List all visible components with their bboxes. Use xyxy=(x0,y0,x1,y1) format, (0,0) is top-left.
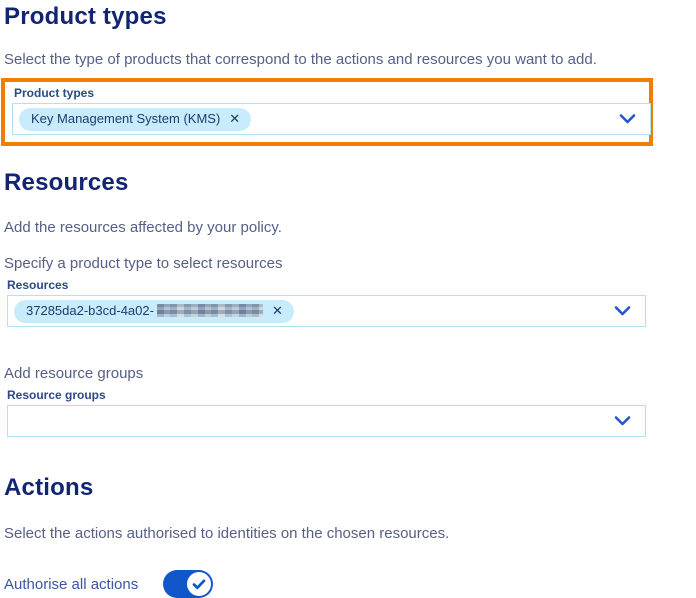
product-types-heading: Product types xyxy=(4,2,696,32)
chevron-down-icon[interactable] xyxy=(619,114,636,125)
authorise-all-label: Authorise all actions xyxy=(4,575,138,594)
redacted-text xyxy=(157,304,263,317)
remove-tag-icon[interactable]: ✕ xyxy=(229,112,240,125)
section-resources: Resources Add the resources affected by … xyxy=(4,168,696,437)
product-type-tag: Key Management System (KMS) ✕ xyxy=(19,108,251,131)
section-product-types: Product types Select the type of product… xyxy=(4,2,696,146)
resources-description: Add the resources affected by your polic… xyxy=(4,218,696,237)
chevron-down-icon[interactable] xyxy=(614,416,631,427)
resource-groups-select[interactable] xyxy=(7,405,646,437)
actions-description: Select the actions authorised to identit… xyxy=(4,524,696,543)
toggle-knob xyxy=(187,572,211,596)
resource-tag-label: 37285da2-b3cd-4a02- xyxy=(26,304,154,318)
authorise-all-toggle[interactable] xyxy=(163,570,213,598)
product-type-tag-label: Key Management System (KMS) xyxy=(31,112,220,126)
resources-field-label: Resources xyxy=(7,278,696,293)
product-types-field-label: Product types xyxy=(14,86,644,101)
chevron-down-icon[interactable] xyxy=(614,306,631,317)
resource-groups-hint: Add resource groups xyxy=(4,364,696,383)
product-types-highlight-box: Product types Key Management System (KMS… xyxy=(1,78,653,146)
remove-tag-icon[interactable]: ✕ xyxy=(272,304,283,317)
resource-tag: 37285da2-b3cd-4a02- ✕ xyxy=(14,300,294,323)
product-types-select[interactable]: Key Management System (KMS) ✕ xyxy=(12,103,651,135)
resources-hint: Specify a product type to select resourc… xyxy=(4,254,696,273)
resources-select[interactable]: 37285da2-b3cd-4a02- ✕ xyxy=(7,295,646,327)
section-actions: Actions Select the actions authorised to… xyxy=(4,473,696,598)
resources-heading: Resources xyxy=(4,168,696,198)
actions-heading: Actions xyxy=(4,473,696,503)
check-icon xyxy=(192,579,206,590)
resource-groups-field-label: Resource groups xyxy=(7,388,696,403)
product-types-description: Select the type of products that corresp… xyxy=(4,50,696,69)
policy-form: Product types Select the type of product… xyxy=(0,0,696,598)
authorise-all-row: Authorise all actions xyxy=(4,570,696,598)
